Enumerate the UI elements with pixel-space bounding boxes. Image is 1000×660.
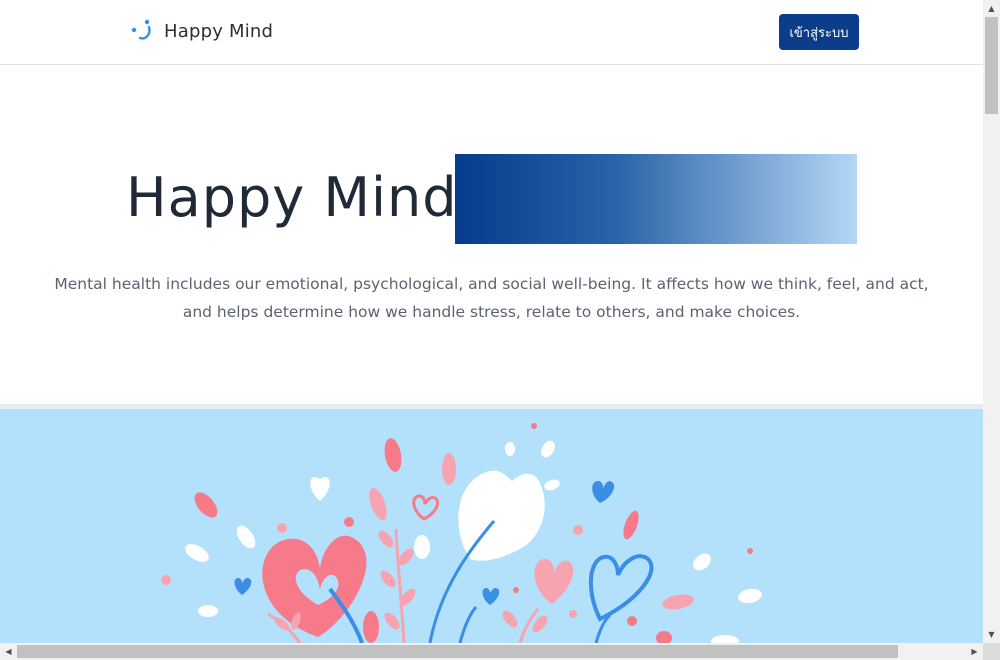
brand-name: Happy Mind [164,20,274,42]
navbar: Happy Mind เข้าสู่ระบบ [0,0,983,65]
scroll-right-icon[interactable]: ▶ [966,643,983,660]
scroll-left-icon[interactable]: ◀ [0,643,17,660]
hearts-and-flowers-illustration [0,409,983,643]
hero-description-line-1: Mental health includes our emotional, ps… [54,275,929,293]
hero-title: Happy Mind [126,166,458,229]
vertical-scroll-thumb[interactable] [985,17,998,114]
horizontal-scroll-thumb[interactable] [17,645,898,658]
vertical-scrollbar[interactable]: ▲ ▼ [983,0,1000,643]
brand[interactable]: Happy Mind [130,18,273,44]
page-viewport: Happy Mind เข้าสู่ระบบ Happy Mind Mental… [0,0,983,643]
horizontal-scrollbar[interactable]: ◀ ▶ [0,643,983,660]
hero-description: Mental health includes our emotional, ps… [40,270,943,326]
scroll-down-icon[interactable]: ▼ [983,626,1000,643]
hero-description-line-2: and helps determine how we handle stress… [182,303,801,321]
login-button[interactable]: เข้าสู่ระบบ [779,14,859,50]
hero-gradient-banner [455,154,857,244]
smile-logo-icon [130,18,154,44]
scroll-up-icon[interactable]: ▲ [983,0,1000,17]
scrollbar-corner [983,643,1000,660]
